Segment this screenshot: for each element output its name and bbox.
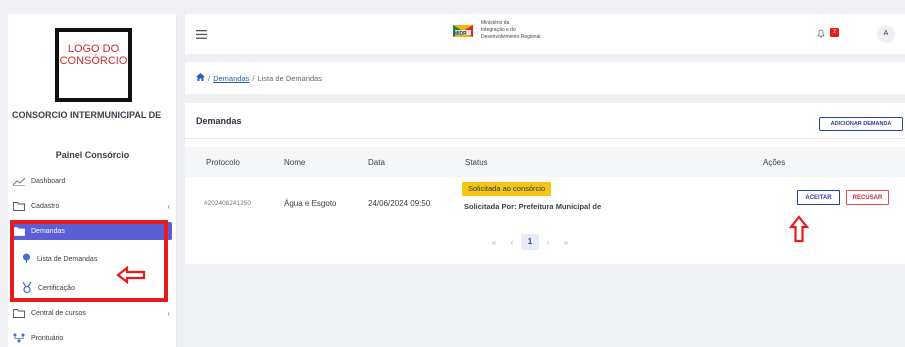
bell-icon[interactable] <box>817 29 825 40</box>
sidebar-item-dashboard[interactable]: Dashboard <box>12 172 172 190</box>
pager-prev-button[interactable]: ‹ <box>503 238 521 247</box>
notification-badge[interactable]: 2 <box>830 28 839 37</box>
breadcrumb-separator: / <box>252 73 255 83</box>
add-demand-button[interactable]: ADICIONAR DEMANDA <box>819 117 903 131</box>
col-protocolo: Protocolo <box>206 157 240 167</box>
card-header: Demandas ADICIONAR DEMANDA <box>185 103 905 139</box>
sidebar-item-label: Central de cursos <box>31 309 86 317</box>
reject-button[interactable]: RECUSAR <box>846 190 889 205</box>
breadcrumb-link-demandas[interactable]: Demandas <box>213 74 249 83</box>
app-root: LOGO DO CONSÓRCIO CONSORCIO INTERMUNICIP… <box>0 0 905 347</box>
cell-data: 24/06/2024 09:50 <box>368 199 431 208</box>
breadcrumb-separator: / <box>208 73 211 83</box>
avatar[interactable]: A <box>877 25 895 43</box>
pagination: « ‹ 1 › » <box>485 234 575 250</box>
sidebar-item-label: Cadastro <box>31 202 60 210</box>
logo-text: LOGO DO CONSÓRCIO <box>59 43 128 67</box>
pager-first-button[interactable]: « <box>485 238 503 247</box>
col-data: Data <box>368 157 385 167</box>
midr-flag-icon: MIDR <box>453 21 473 41</box>
sidebar-item-label: Dashboard <box>31 177 66 185</box>
folder-icon <box>12 201 25 211</box>
org-name: CONSORCIO INTERMUNICIPAL DE <box>12 110 162 120</box>
chevron-left-icon: ‹ <box>167 201 170 211</box>
col-acoes: Ações <box>763 157 786 167</box>
chart-line-icon <box>12 176 25 186</box>
hamburger-menu-icon[interactable] <box>196 28 207 42</box>
sidebar-item-label: Prontuário <box>31 334 64 342</box>
top-bar: MIDR Ministério da Integração e do Desen… <box>185 14 905 54</box>
col-nome: Nome <box>284 157 306 167</box>
card-title: Demandas <box>196 116 242 126</box>
status-badge: Solicitada ao consórcio <box>462 182 552 196</box>
chevron-left-icon: ‹ <box>167 308 170 318</box>
arrow-up-icon <box>789 215 809 243</box>
pager-page-1[interactable]: 1 <box>521 234 539 250</box>
arrow-left-icon <box>116 266 146 284</box>
demandas-card: Demandas ADICIONAR DEMANDA Protocolo Nom… <box>185 103 905 264</box>
folder-icon <box>12 308 25 318</box>
sidebar: LOGO DO CONSÓRCIO CONSORCIO INTERMUNICIP… <box>8 14 177 347</box>
pager-next-button[interactable]: › <box>539 238 557 247</box>
sidebar-item-cadastro[interactable]: Cadastro ‹ <box>12 197 172 215</box>
pager-last-button[interactable]: » <box>557 238 575 247</box>
cell-nome: Água e Esgoto <box>284 199 337 208</box>
network-icon <box>12 333 25 343</box>
sidebar-item-prontuario[interactable]: Prontuário <box>12 329 172 347</box>
sidebar-item-central-cursos[interactable]: Central de cursos ‹ <box>12 304 172 322</box>
highlight-frame <box>10 220 168 302</box>
cell-protocolo: #202406241250 <box>204 200 251 207</box>
home-icon[interactable] <box>196 73 205 83</box>
accept-button[interactable]: ACEITAR <box>797 190 840 205</box>
breadcrumb: / Demandas / Lista de Demandas <box>185 62 905 94</box>
consortium-logo: LOGO DO CONSÓRCIO <box>55 28 132 102</box>
gov-name: Ministério da Integração e do Desenvolvi… <box>481 20 541 40</box>
panel-title: Painel Consórcio <box>55 150 130 160</box>
gov-logo: MIDR Ministério da Integração e do Desen… <box>453 20 540 41</box>
gov-abbr: MIDR <box>454 30 467 37</box>
col-status: Status <box>465 157 488 167</box>
status-requested-by: Solicitada Por: Prefeitura Municipal de <box>464 202 602 211</box>
breadcrumb-current: Lista de Demandas <box>257 73 323 83</box>
